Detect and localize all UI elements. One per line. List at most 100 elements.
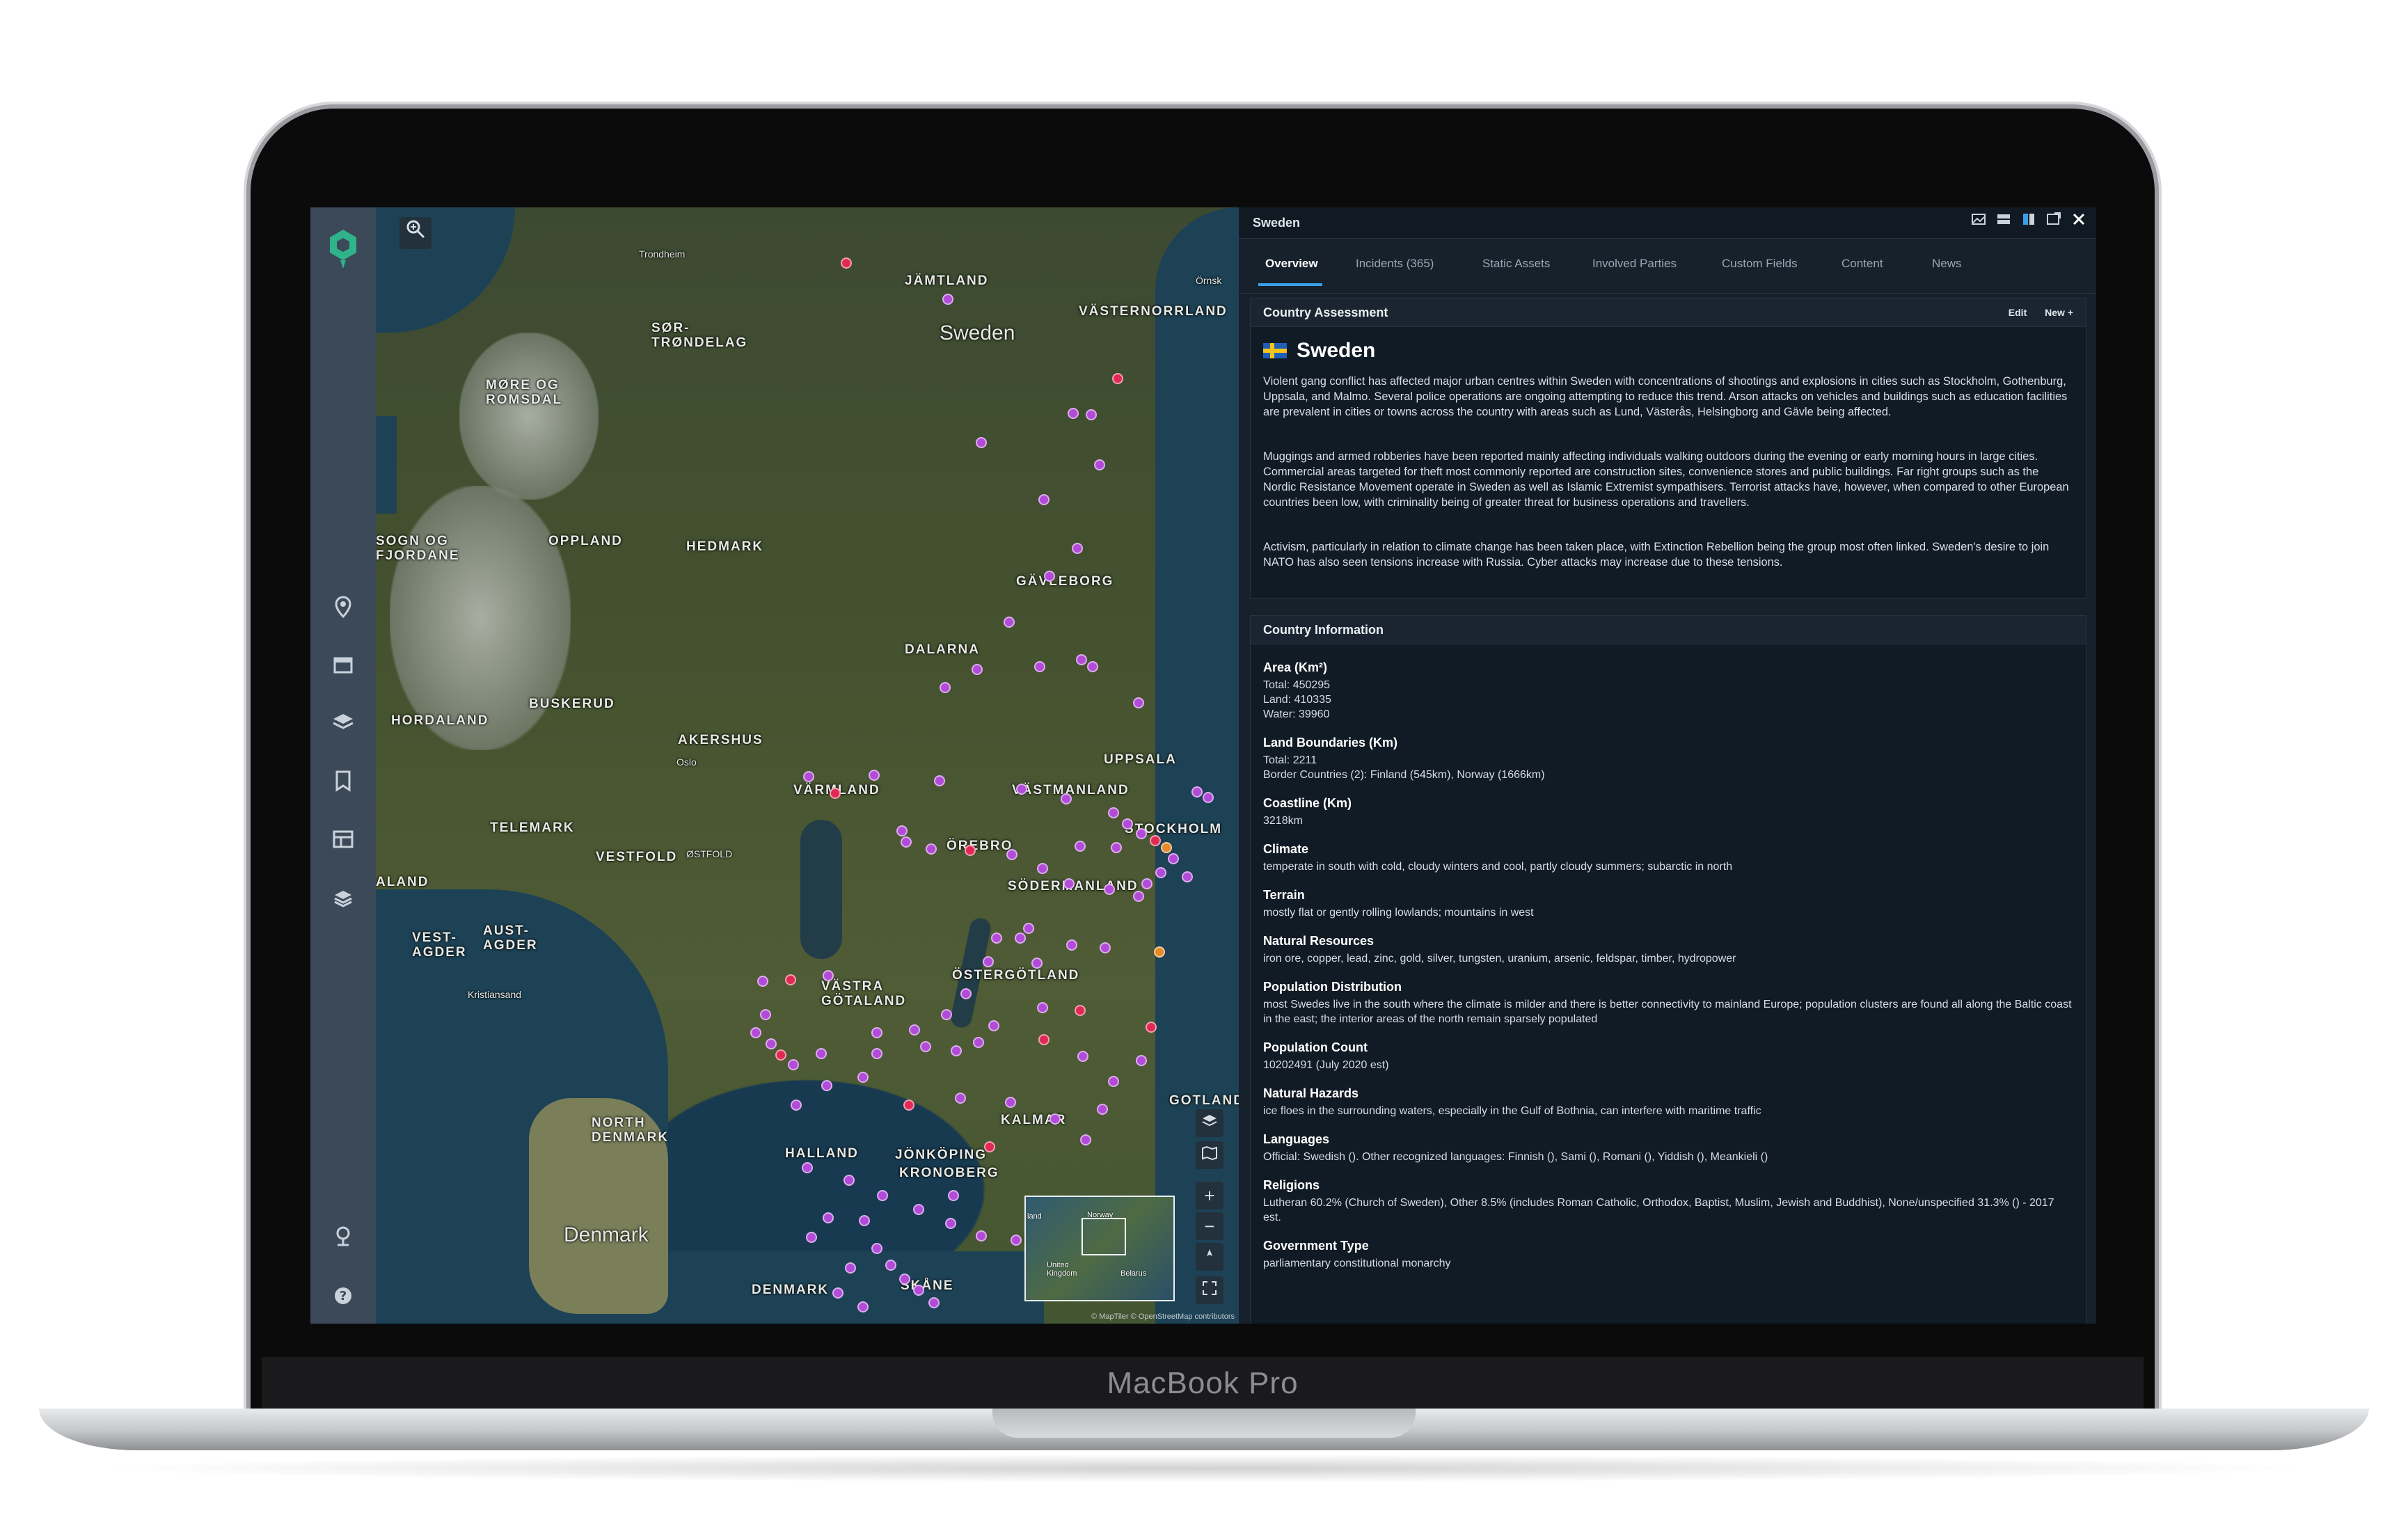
incident-marker[interactable] <box>1168 853 1179 864</box>
incident-marker[interactable] <box>934 775 945 786</box>
incident-marker[interactable] <box>823 1212 834 1223</box>
incident-marker[interactable] <box>901 836 912 848</box>
incident-marker[interactable] <box>1068 408 1079 419</box>
incident-marker[interactable] <box>1023 923 1034 934</box>
incident-marker[interactable] <box>1075 1005 1086 1016</box>
new-button[interactable]: New + <box>2045 307 2073 318</box>
incident-marker[interactable] <box>830 788 841 799</box>
incident-marker[interactable] <box>1005 1097 1016 1108</box>
incident-marker[interactable] <box>951 1045 962 1056</box>
tab-content[interactable]: Content <box>1841 257 1883 271</box>
bookmark-icon[interactable] <box>331 768 356 793</box>
zoom-out-button[interactable]: − <box>1196 1212 1223 1240</box>
incident-marker[interactable] <box>1150 835 1161 846</box>
vertical-layout-icon[interactable] <box>2021 212 2036 227</box>
incident-marker[interactable] <box>1100 942 1111 953</box>
incident-marker[interactable] <box>1072 543 1083 554</box>
incident-marker[interactable] <box>909 1024 920 1036</box>
compass-icon[interactable] <box>1196 1243 1223 1271</box>
incident-marker[interactable] <box>802 1162 813 1173</box>
tab-incidents[interactable]: Incidents (365) <box>1356 257 1434 271</box>
tab-news[interactable]: News <box>1932 257 1962 271</box>
incident-marker[interactable] <box>920 1041 931 1052</box>
incident-marker[interactable] <box>871 1048 882 1059</box>
incident-marker[interactable] <box>1087 661 1098 672</box>
incident-marker[interactable] <box>1038 1034 1049 1045</box>
map-icon[interactable] <box>1196 1141 1223 1169</box>
layers-toggle-icon[interactable] <box>1196 1109 1223 1137</box>
incident-marker[interactable] <box>871 1027 882 1038</box>
incident-marker[interactable] <box>1154 946 1165 958</box>
incident-marker[interactable] <box>1122 818 1133 830</box>
incident-marker[interactable] <box>955 1093 966 1104</box>
incident-marker[interactable] <box>857 1072 869 1083</box>
incident-marker[interactable] <box>1080 1134 1091 1145</box>
incident-marker[interactable] <box>926 843 937 855</box>
layers-icon[interactable] <box>331 710 356 735</box>
map-view[interactable]: Trondheim JÄMTLAND Sweden VÄSTERNORRLAND Örn… <box>376 207 1239 1324</box>
incident-marker[interactable] <box>973 1037 984 1048</box>
incident-marker[interactable] <box>928 1297 940 1308</box>
horizontal-layout-icon[interactable] <box>1996 212 2011 227</box>
incident-marker[interactable] <box>941 1009 952 1020</box>
incident-marker[interactable] <box>1037 863 1048 874</box>
incident-marker[interactable] <box>785 974 796 985</box>
incident-marker[interactable] <box>859 1215 870 1226</box>
incident-marker[interactable] <box>1076 654 1087 665</box>
stack-icon[interactable] <box>331 885 356 910</box>
incident-marker[interactable] <box>843 1175 855 1186</box>
incident-marker[interactable] <box>871 1243 882 1254</box>
incident-marker[interactable] <box>1086 409 1097 420</box>
incident-marker[interactable] <box>803 771 814 782</box>
incident-marker[interactable] <box>869 770 880 781</box>
incident-marker[interactable] <box>945 1218 956 1229</box>
incident-marker[interactable] <box>1015 933 1026 944</box>
incident-marker[interactable] <box>1112 373 1123 384</box>
incident-marker[interactable] <box>1161 842 1172 853</box>
incident-marker[interactable] <box>991 933 1002 944</box>
incident-marker[interactable] <box>1108 807 1119 818</box>
incident-marker[interactable] <box>896 825 908 836</box>
table-icon[interactable] <box>331 827 356 852</box>
incident-marker[interactable] <box>1141 878 1152 889</box>
zoom-in-button[interactable]: + <box>1196 1182 1223 1209</box>
incident-marker[interactable] <box>1034 661 1045 672</box>
incident-marker[interactable] <box>1136 1055 1147 1066</box>
incident-marker[interactable] <box>1191 786 1203 798</box>
incident-marker[interactable] <box>913 1204 924 1215</box>
incident-marker[interactable] <box>1061 793 1072 804</box>
incident-marker[interactable] <box>1155 867 1166 878</box>
help-icon[interactable]: ? <box>331 1283 356 1308</box>
incident-marker[interactable] <box>832 1287 843 1299</box>
incident-marker[interactable] <box>877 1190 888 1201</box>
close-icon[interactable] <box>2071 212 2086 227</box>
incident-marker[interactable] <box>1016 784 1027 795</box>
search-zoom-icon[interactable] <box>399 217 431 249</box>
edit-button[interactable]: Edit <box>2009 307 2027 318</box>
incident-marker[interactable] <box>845 1262 856 1274</box>
minimap[interactable]: land Norway United Kingdom Belarus <box>1024 1196 1175 1301</box>
incident-marker[interactable] <box>1133 697 1144 708</box>
incident-marker[interactable] <box>1108 1076 1119 1087</box>
tab-overview[interactable]: Overview <box>1265 257 1318 271</box>
incident-marker[interactable] <box>1066 939 1077 951</box>
incident-marker[interactable] <box>940 682 951 693</box>
incident-marker[interactable] <box>976 437 987 448</box>
incident-marker[interactable] <box>1044 571 1055 582</box>
incident-marker[interactable] <box>1063 878 1075 889</box>
incident-marker[interactable] <box>1203 792 1214 803</box>
incident-marker[interactable] <box>806 1232 817 1243</box>
incident-marker[interactable] <box>1011 1235 1022 1246</box>
location-pin-icon[interactable] <box>331 594 356 619</box>
incident-marker[interactable] <box>1038 494 1049 505</box>
user-pin-icon[interactable] <box>331 1223 356 1248</box>
incident-marker[interactable] <box>816 1048 827 1059</box>
incident-marker[interactable] <box>823 970 834 981</box>
incident-marker[interactable] <box>1077 1051 1088 1062</box>
incident-marker[interactable] <box>1075 841 1086 852</box>
incident-marker[interactable] <box>988 1020 999 1031</box>
minimap-viewport[interactable] <box>1082 1218 1126 1255</box>
incident-marker[interactable] <box>913 1285 924 1296</box>
incident-marker[interactable] <box>791 1100 802 1111</box>
incident-marker[interactable] <box>766 1038 777 1049</box>
